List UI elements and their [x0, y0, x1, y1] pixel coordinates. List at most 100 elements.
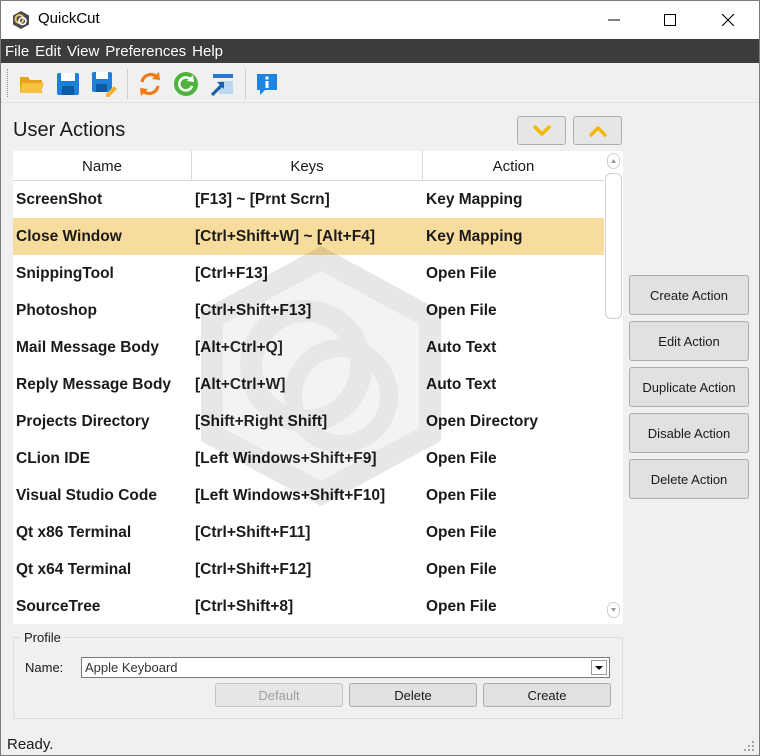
resize-grip-icon[interactable] [743, 740, 755, 752]
maximize-icon [664, 14, 676, 26]
delete-profile-button[interactable]: Delete [349, 683, 477, 707]
cell-keys: [Left Windows+Shift+F10] [195, 487, 386, 504]
cell-name: Qt x64 Terminal [16, 561, 132, 578]
create-action-button[interactable]: Create Action [629, 275, 749, 315]
cell-keys: [Ctrl+Shift+8] [195, 598, 294, 615]
table-row[interactable]: Visual Studio Code [Left Windows+Shift+F1… [13, 477, 604, 514]
open-folder-icon [20, 77, 44, 93]
menu-bar: File Edit View Preferences Help [1, 39, 759, 63]
scroll-down-button[interactable] [607, 602, 620, 618]
table-row[interactable]: SnippingTool [Ctrl+F13] Open File [13, 255, 604, 292]
cell-name: SourceTree [16, 598, 101, 615]
table-row[interactable]: SourceTree [Ctrl+Shift+8] Open File [13, 588, 604, 624]
column-header-keys[interactable]: Keys [192, 151, 423, 181]
table-row[interactable]: Qt x64 Terminal [Ctrl+Shift+F12] Open File [13, 551, 604, 588]
profile-name-label: Name: [25, 660, 64, 675]
move-up-button[interactable] [573, 116, 622, 145]
edit-action-button[interactable]: Edit Action [629, 321, 749, 361]
create-profile-button[interactable]: Create [483, 683, 611, 707]
cell-action: Auto Text [426, 376, 497, 393]
reload-button[interactable] [135, 69, 165, 99]
cell-name: Qt x86 Terminal [16, 524, 132, 541]
window-title: QuickCut [38, 10, 100, 27]
dropdown-button[interactable] [591, 660, 607, 675]
app-logo-icon [13, 11, 29, 29]
move-down-button[interactable] [517, 116, 566, 145]
menu-help[interactable]: Help [192, 43, 223, 60]
minimize-button[interactable] [591, 1, 637, 39]
cell-action: Open Directory [426, 413, 538, 430]
disable-action-button[interactable]: Disable Action [629, 413, 749, 453]
panel-title: User Actions [13, 119, 126, 141]
profile-group-title: Profile [21, 630, 64, 645]
table-scrollbar[interactable] [604, 151, 623, 624]
cell-keys: [Left Windows+Shift+F9] [195, 450, 377, 467]
export-button[interactable] [207, 69, 237, 99]
refresh-icon [174, 72, 198, 96]
table-row[interactable]: Projects Directory [Shift+Right Shift] Ope… [13, 403, 604, 440]
cell-keys: [Alt+Ctrl+Q] [195, 339, 283, 356]
save-as-icon [92, 72, 117, 97]
info-icon [257, 74, 277, 95]
close-button[interactable] [705, 1, 751, 39]
cell-action: Open File [426, 598, 497, 615]
table-row[interactable]: Reply Message Body [Alt+Ctrl+W] Auto Text [13, 366, 604, 403]
status-text: Ready. [7, 736, 54, 753]
table-body: ScreenShot [F13] ~ [Prnt Scrn] Key Mapping… [13, 181, 604, 624]
cell-name: CLion IDE [16, 450, 91, 467]
title-bar: QuickCut [1, 1, 759, 39]
table-header: Name Keys Action [13, 151, 604, 181]
default-profile-button[interactable]: Default [215, 683, 343, 707]
scroll-up-button[interactable] [607, 153, 620, 169]
cell-name: Reply Message Body [16, 376, 172, 393]
toolbar-separator [127, 69, 128, 99]
save-icon [57, 73, 79, 95]
maximize-button[interactable] [647, 1, 693, 39]
save-button[interactable] [53, 69, 83, 99]
table-row[interactable]: CLion IDE [Left Windows+Shift+F9] Open Fil… [13, 440, 604, 477]
cell-keys: [Ctrl+Shift+F11] [195, 524, 311, 541]
export-icon [210, 74, 233, 97]
column-header-action[interactable]: Action [423, 151, 604, 181]
status-bar: Ready. [1, 733, 759, 755]
table-row[interactable]: Qt x86 Terminal [Ctrl+Shift+F11] Open File [13, 514, 604, 551]
table-row[interactable]: ScreenShot [F13] ~ [Prnt Scrn] Key Mapping [13, 181, 604, 218]
save-as-button[interactable] [89, 69, 119, 99]
cell-name: Close Window [16, 228, 122, 245]
menu-edit[interactable]: Edit [35, 43, 61, 60]
table-row[interactable]: Photoshop [Ctrl+Shift+F13] Open File [13, 292, 604, 329]
info-button[interactable] [252, 69, 282, 99]
cell-action: Open File [426, 265, 497, 282]
cell-keys: [Ctrl+Shift+F13] [195, 302, 312, 319]
minimize-icon [608, 19, 620, 21]
reload-icon [140, 72, 160, 96]
refresh-button[interactable] [171, 69, 201, 99]
table-row[interactable]: Close Window [Ctrl+Shift+W] ~ [Alt+F4] Key… [13, 218, 604, 255]
table-row[interactable]: Mail Message Body [Alt+Ctrl+Q] Auto Text [13, 329, 604, 366]
actions-table: Name Keys Action ScreenShot [F13] ~ [Prnt… [13, 151, 604, 624]
toolbar-grip[interactable] [7, 69, 10, 97]
cell-action: Key Mapping [426, 191, 523, 208]
cell-keys: [Shift+Right Shift] [195, 413, 328, 430]
cell-keys: [Ctrl+Shift+F12] [195, 561, 312, 578]
column-header-name[interactable]: Name [13, 151, 192, 181]
cell-name: SnippingTool [16, 265, 114, 282]
menu-view[interactable]: View [67, 43, 99, 60]
scrollbar-thumb[interactable] [605, 173, 622, 319]
cell-name: Photoshop [16, 302, 97, 319]
menu-preferences[interactable]: Preferences [105, 43, 186, 60]
cell-action: Open File [426, 450, 497, 467]
cell-action: Open File [426, 302, 497, 319]
toolbar [1, 63, 759, 103]
chevron-down-icon [595, 665, 603, 670]
profile-select[interactable]: Apple Keyboard [81, 657, 610, 678]
duplicate-action-button[interactable]: Duplicate Action [629, 367, 749, 407]
open-folder-button[interactable] [17, 69, 47, 99]
scroll-up-icon [611, 159, 616, 163]
cell-keys: [Ctrl+F13] [195, 265, 268, 282]
menu-file[interactable]: File [5, 43, 29, 60]
cell-action: Open File [426, 487, 497, 504]
chevron-up-icon [588, 125, 607, 137]
delete-action-button[interactable]: Delete Action [629, 459, 749, 499]
cell-keys: [Ctrl+Shift+W] ~ [Alt+F4] [195, 228, 375, 245]
